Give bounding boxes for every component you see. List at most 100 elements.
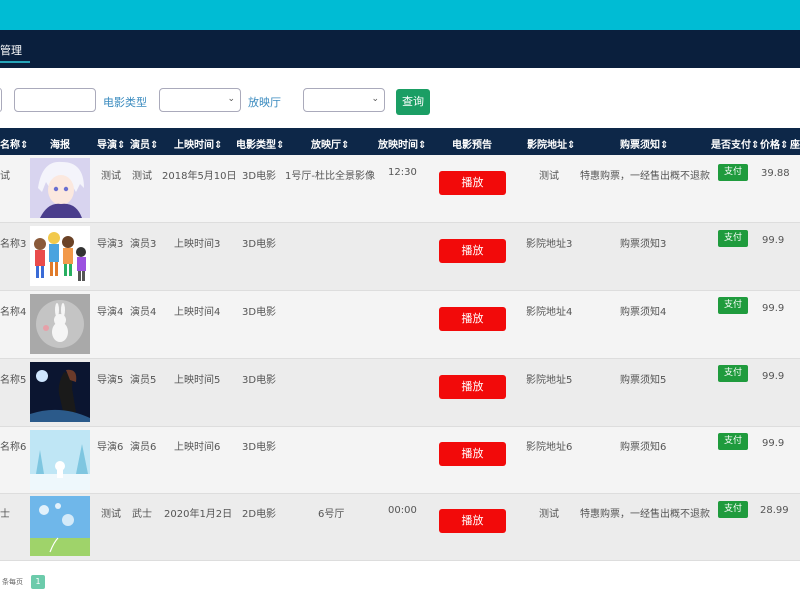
table-row: 名称4 导演4 演员4 上映时间4 3D电影 播放 影院地址4 购票须知4 支付… — [0, 291, 800, 359]
cell-notice: 购票须知5 — [620, 375, 667, 386]
poster-image[interactable] — [30, 430, 90, 490]
pay-button[interactable]: 支付 — [718, 230, 748, 247]
cell-address: 影院地址5 — [526, 375, 573, 386]
col-header-release-date[interactable]: 上映时间⇕ — [174, 136, 222, 151]
col-header-notice[interactable]: 购票须知⇕ — [620, 136, 668, 151]
cell-hall: 1号厅-杜比全景影像 — [285, 171, 375, 182]
cell-price: 99.9 — [762, 303, 785, 314]
pay-button[interactable]: 支付 — [718, 501, 748, 518]
cell-director: 测试 — [101, 171, 121, 182]
top-banner — [0, 0, 800, 30]
query-button[interactable]: 查询 — [396, 89, 430, 115]
cell-actor: 演员6 — [130, 442, 157, 453]
hall-select[interactable]: ⌄ — [303, 88, 385, 112]
cell-price: 39.88 — [761, 168, 790, 179]
poster-image[interactable] — [30, 294, 90, 354]
movie-type-label: 电影类型 — [103, 96, 147, 109]
cell-notice: 购票须知4 — [620, 307, 667, 318]
col-header-paid[interactable]: 是否支付⇕ — [711, 136, 759, 151]
cell-notice: 特惠购票，一经售出概不退款 — [580, 171, 710, 182]
cell-address: 影院地址4 — [526, 307, 573, 318]
cell-release-date: 上映时间3 — [174, 239, 221, 250]
cell-name: 试 — [0, 171, 10, 182]
nav-bar: 管理 — [0, 30, 800, 68]
table-row: 士 测试 武士 2020年1月2日 2D电影 6号厅 00:00 播放 测试 特… — [0, 494, 800, 561]
cell-director: 测试 — [101, 509, 121, 520]
cell-movie-type: 3D电影 — [242, 442, 277, 453]
page-size-label: 条每页 — [2, 578, 23, 586]
cell-price: 28.99 — [760, 505, 789, 516]
page-number-button[interactable]: 1 — [31, 575, 45, 589]
cell-notice: 购票须知3 — [620, 239, 667, 250]
cell-director: 导演4 — [97, 307, 124, 318]
cell-showtime: 00:00 — [388, 505, 417, 516]
cell-release-date: 2018年5月10日 — [162, 171, 237, 182]
cell-release-date: 上映时间6 — [174, 442, 221, 453]
col-header-price[interactable]: 价格⇕ — [760, 136, 788, 151]
cell-name: 名称4 — [0, 307, 27, 318]
play-trailer-button[interactable]: 播放 — [439, 171, 506, 195]
pay-button[interactable]: 支付 — [718, 164, 748, 181]
movie-type-select[interactable]: ⌄ — [159, 88, 241, 112]
cell-movie-type: 2D电影 — [242, 509, 277, 520]
pay-button[interactable]: 支付 — [718, 365, 748, 382]
play-trailer-button[interactable]: 播放 — [439, 442, 506, 466]
play-trailer-button[interactable]: 播放 — [439, 375, 506, 399]
table-header: 名称⇕ 海报 导演⇕ 演员⇕ 上映时间⇕ 电影类型⇕ 放映厅⇕ 放映时间⇕ 电影… — [0, 128, 800, 155]
cell-movie-type: 3D电影 — [242, 171, 277, 182]
poster-image[interactable] — [30, 362, 90, 422]
cell-actor: 演员3 — [130, 239, 157, 250]
cell-address: 测试 — [539, 509, 559, 520]
play-trailer-button[interactable]: 播放 — [439, 307, 506, 331]
col-header-seat[interactable]: 座 — [790, 136, 800, 151]
table-row: 试 测试 测试 2018年5月10日 3D电影 1号厅-杜比全景影像 12:30… — [0, 155, 800, 223]
col-header-showtime[interactable]: 放映时间⇕ — [378, 136, 426, 151]
col-header-actor[interactable]: 演员⇕ — [130, 136, 158, 151]
search-input[interactable] — [14, 88, 96, 112]
cell-price: 99.9 — [762, 438, 785, 449]
table-row: 名称3 导演3 演员3 上映时间3 3D电影 播放 影院地址3 购票须知3 支付… — [0, 223, 800, 291]
cell-actor: 武士 — [132, 509, 152, 520]
play-trailer-button[interactable]: 播放 — [439, 509, 506, 533]
cell-name: 士 — [0, 509, 10, 520]
cell-price: 99.9 — [762, 371, 785, 382]
cell-price: 99.9 — [762, 235, 785, 246]
cell-release-date: 2020年1月2日 — [164, 509, 233, 520]
pay-button[interactable]: 支付 — [718, 433, 748, 450]
cell-name: 名称5 — [0, 375, 27, 386]
col-header-address[interactable]: 影院地址⇕ — [527, 136, 575, 151]
play-trailer-button[interactable]: 播放 — [439, 239, 506, 263]
cell-director: 导演3 — [97, 239, 124, 250]
name-input-edge[interactable] — [0, 88, 2, 112]
nav-tab-management[interactable]: 管理 — [0, 42, 22, 58]
poster-image[interactable] — [30, 496, 90, 556]
cell-hall: 6号厅 — [318, 509, 345, 520]
poster-image[interactable] — [30, 226, 90, 286]
col-header-trailer: 电影预告 — [452, 140, 492, 151]
cell-release-date: 上映时间5 — [174, 375, 221, 386]
cell-name: 名称3 — [0, 239, 27, 250]
poster-image[interactable] — [30, 158, 90, 218]
table-row: 名称5 导演5 演员5 上映时间5 3D电影 播放 影院地址5 购票须知5 支付… — [0, 359, 800, 427]
cell-release-date: 上映时间4 — [174, 307, 221, 318]
cell-address: 影院地址6 — [526, 442, 573, 453]
col-header-hall[interactable]: 放映厅⇕ — [311, 136, 349, 151]
cell-showtime: 12:30 — [388, 167, 417, 178]
col-header-poster: 海报 — [50, 140, 70, 151]
chevron-down-icon: ⌄ — [371, 94, 379, 104]
pay-button[interactable]: 支付 — [718, 297, 748, 314]
cell-director: 导演5 — [97, 375, 124, 386]
cell-notice: 购票须知6 — [620, 442, 667, 453]
cell-address: 测试 — [539, 171, 559, 182]
cell-movie-type: 3D电影 — [242, 239, 277, 250]
col-header-director[interactable]: 导演⇕ — [97, 136, 125, 151]
cell-director: 导演6 — [97, 442, 124, 453]
col-header-movie-type[interactable]: 电影类型⇕ — [236, 136, 284, 151]
col-header-name[interactable]: 名称⇕ — [0, 136, 28, 151]
chevron-down-icon: ⌄ — [227, 94, 235, 104]
cell-notice: 特惠购票，一经售出概不退款 — [580, 509, 710, 520]
hall-label: 放映厅 — [248, 96, 281, 109]
cell-actor: 演员5 — [130, 375, 157, 386]
cell-actor: 演员4 — [130, 307, 157, 318]
cell-movie-type: 3D电影 — [242, 375, 277, 386]
